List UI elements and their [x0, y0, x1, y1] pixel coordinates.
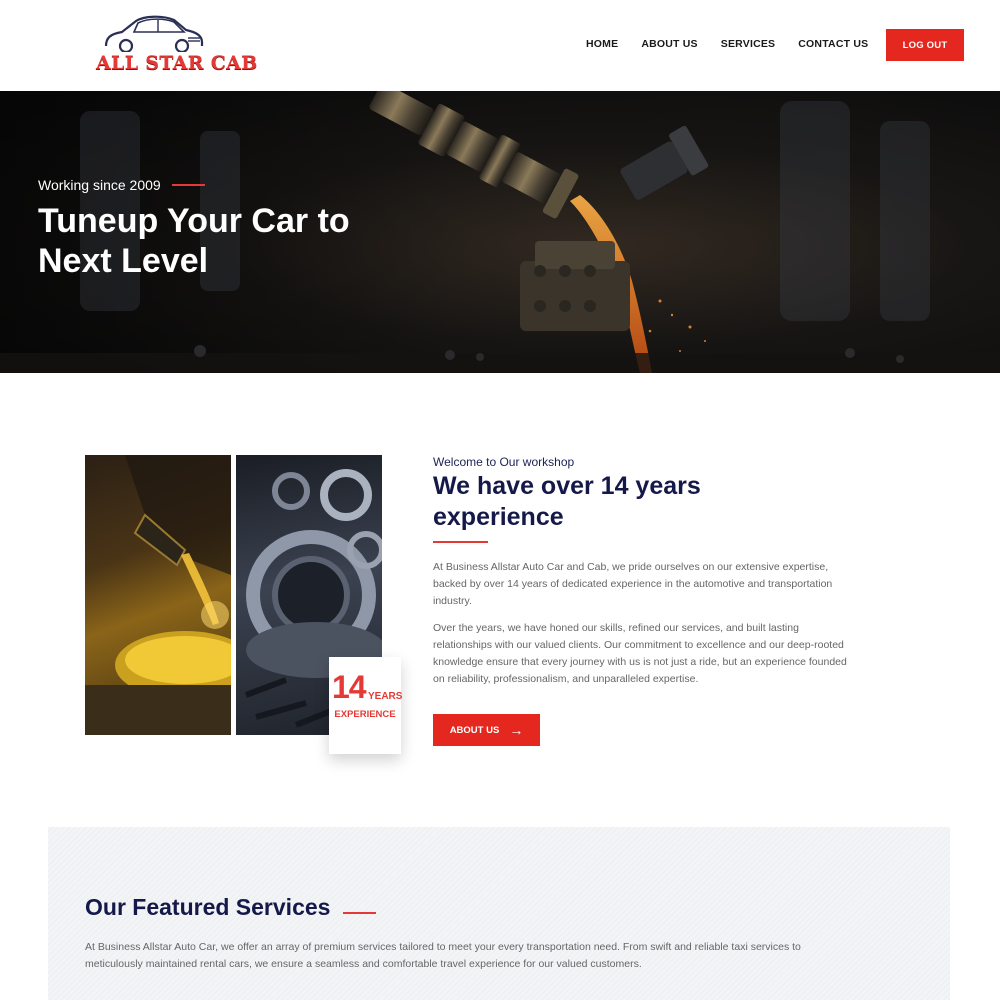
services-description: At Business Allstar Auto Car, we offer a…	[85, 941, 801, 970]
about-title: We have over 14 years experience	[433, 472, 701, 531]
hero-banner: Working since 2009 Tuneup Your Car to Ne…	[0, 91, 1000, 373]
services-title-text: Our Featured Services	[85, 894, 331, 920]
arrow-right-icon: →	[509, 722, 524, 738]
featured-services-section: Our Featured Services At Business Allsta…	[48, 827, 950, 1000]
about-paragraph-2: Over the years, we have honed our skills…	[433, 622, 847, 685]
site-header: ALL STAR CAB HOME ABOUT US SERVICES CONT…	[0, 0, 1000, 91]
about-us-button-label: ABOUT US	[449, 724, 500, 736]
services-title-rule	[343, 911, 377, 914]
main-nav: HOME ABOUT US SERVICES CONTACT US	[586, 38, 868, 50]
nav-contact-us[interactable]: CONTACT US	[798, 38, 868, 50]
hero-title: Tuneup Your Car to Next Level	[38, 202, 350, 280]
car-outline-icon	[104, 15, 204, 52]
nav-home[interactable]: HOME	[586, 38, 618, 50]
nav-about-us[interactable]: ABOUT US	[641, 38, 697, 50]
services-title: Our Featured Services	[85, 894, 377, 921]
about-title-rule	[433, 541, 488, 543]
experience-badge: 14 YEARS EXPERIENCE	[329, 657, 403, 754]
logo[interactable]: ALL STAR CAB	[96, 12, 258, 78]
hero-eyebrow: Working since 2009	[38, 177, 205, 193]
nav-services[interactable]: SERVICES	[721, 38, 776, 50]
badge-experience-label: EXPERIENCE	[334, 709, 396, 720]
about-eyebrow: Welcome to Our workshop	[433, 455, 575, 469]
logo-wordmark: ALL STAR CAB	[96, 52, 258, 74]
hero-eyebrow-text: Working since 2009	[38, 177, 161, 193]
badge-years-label: YEARS	[368, 691, 403, 702]
logout-button[interactable]: LOG OUT	[886, 29, 964, 61]
about-image-oil-pour	[85, 455, 231, 735]
about-us-button[interactable]: ABOUT US →	[433, 714, 540, 746]
hero-eyebrow-rule	[171, 184, 205, 186]
badge-years-number: 14	[332, 669, 367, 705]
about-paragraph-1: At Business Allstar Auto Car and Cab, we…	[433, 561, 833, 607]
